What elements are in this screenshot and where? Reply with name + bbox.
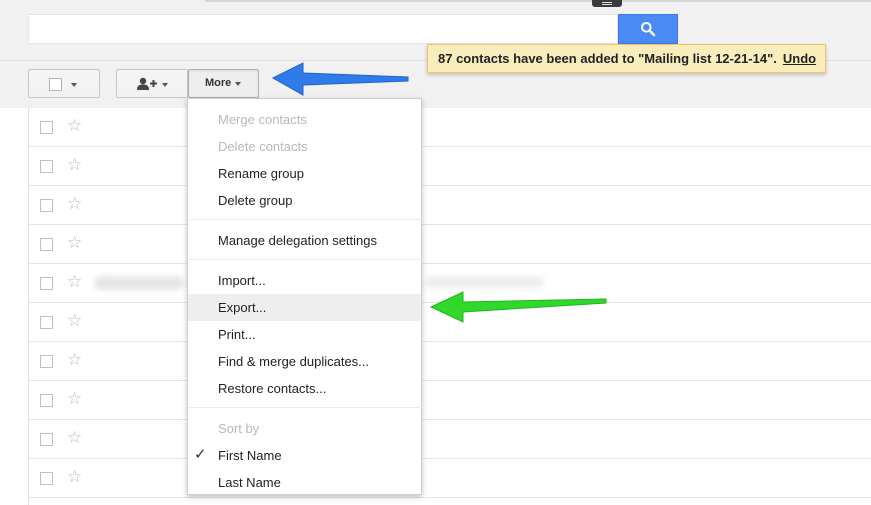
green-arrow-annotation bbox=[429, 291, 607, 323]
row-checkbox[interactable] bbox=[40, 199, 53, 212]
menu-item-restore-contacts[interactable]: Restore contacts... bbox=[188, 375, 421, 402]
row-checkbox[interactable] bbox=[40, 121, 53, 134]
menu-item-export[interactable]: Export... bbox=[188, 294, 421, 321]
search-input[interactable] bbox=[28, 14, 618, 44]
contact-row[interactable]: ☆ bbox=[29, 381, 871, 420]
undo-link[interactable]: Undo bbox=[783, 51, 816, 66]
contact-row[interactable]: ☆ bbox=[29, 420, 871, 459]
star-icon[interactable]: ☆ bbox=[67, 312, 82, 330]
top-divider bbox=[205, 0, 871, 2]
add-contact-icon bbox=[137, 77, 157, 90]
star-icon[interactable]: ☆ bbox=[67, 117, 82, 135]
menu-item-print[interactable]: Print... bbox=[188, 321, 421, 348]
star-icon[interactable]: ☆ bbox=[67, 429, 82, 447]
menu-divider bbox=[189, 259, 422, 260]
menu-item-merge-contacts: Merge contacts bbox=[218, 112, 307, 127]
notification-message: 87 contacts have been added to "Mailing … bbox=[438, 51, 777, 66]
more-label: More bbox=[205, 77, 232, 89]
star-icon[interactable]: ☆ bbox=[67, 195, 82, 213]
chevron-down-icon bbox=[235, 82, 241, 86]
chevron-down-icon bbox=[71, 83, 77, 87]
contact-row[interactable]: ☆ bbox=[29, 108, 871, 147]
contact-row[interactable]: ☆ bbox=[29, 186, 871, 225]
search-icon bbox=[641, 22, 656, 37]
star-icon[interactable]: ☆ bbox=[67, 468, 82, 486]
row-checkbox[interactable] bbox=[40, 472, 53, 485]
add-to-group-button[interactable] bbox=[116, 69, 188, 98]
more-button[interactable]: More bbox=[188, 69, 259, 98]
contact-row[interactable]: ☆ bbox=[29, 342, 871, 381]
sort-first-name-label: First Name bbox=[218, 448, 282, 463]
contact-row[interactable]: ☆ bbox=[29, 459, 871, 498]
star-icon[interactable]: ☆ bbox=[67, 156, 82, 174]
row-checkbox[interactable] bbox=[40, 355, 53, 368]
select-all-button[interactable] bbox=[28, 69, 100, 98]
menu-item-import[interactable]: Import... bbox=[188, 267, 421, 294]
checkbox-icon bbox=[49, 78, 62, 91]
menu-item-sort-last-name[interactable]: Last Name bbox=[188, 469, 421, 496]
chevron-down-icon bbox=[162, 83, 168, 87]
menu-handle-icon[interactable] bbox=[592, 0, 622, 7]
checkmark-icon: ✓ bbox=[194, 446, 207, 463]
star-icon[interactable]: ☆ bbox=[67, 273, 82, 291]
star-icon[interactable]: ☆ bbox=[67, 234, 82, 252]
blue-arrow-annotation bbox=[271, 62, 409, 96]
menu-item-find-merge-duplicates[interactable]: Find & merge duplicates... bbox=[188, 348, 421, 375]
contact-row[interactable]: ☆ bbox=[29, 147, 871, 186]
redacted-name bbox=[94, 276, 184, 290]
menu-item-rename-group[interactable]: Rename group bbox=[188, 160, 421, 187]
search-button[interactable] bbox=[618, 14, 678, 44]
menu-item-sort-first-name[interactable]: ✓ First Name bbox=[188, 442, 421, 469]
menu-item-delete-contacts: Delete contacts bbox=[218, 139, 308, 154]
row-checkbox[interactable] bbox=[40, 316, 53, 329]
star-icon[interactable]: ☆ bbox=[67, 390, 82, 408]
menu-divider bbox=[189, 219, 422, 220]
redacted-email bbox=[424, 276, 544, 288]
star-icon[interactable]: ☆ bbox=[67, 351, 82, 369]
row-checkbox[interactable] bbox=[40, 433, 53, 446]
row-checkbox[interactable] bbox=[40, 277, 53, 290]
contact-row[interactable]: ☆ bbox=[29, 225, 871, 264]
menu-divider bbox=[189, 407, 422, 408]
more-menu: Merge contacts Delete contacts Rename gr… bbox=[187, 98, 422, 495]
menu-item-delete-group[interactable]: Delete group bbox=[188, 187, 421, 214]
menu-item-manage-delegation[interactable]: Manage delegation settings bbox=[188, 227, 421, 254]
row-checkbox[interactable] bbox=[40, 394, 53, 407]
row-checkbox[interactable] bbox=[40, 160, 53, 173]
notification-banner: 87 contacts have been added to "Mailing … bbox=[427, 44, 826, 73]
menu-header-sort-by: Sort by bbox=[218, 421, 260, 436]
row-checkbox[interactable] bbox=[40, 238, 53, 251]
